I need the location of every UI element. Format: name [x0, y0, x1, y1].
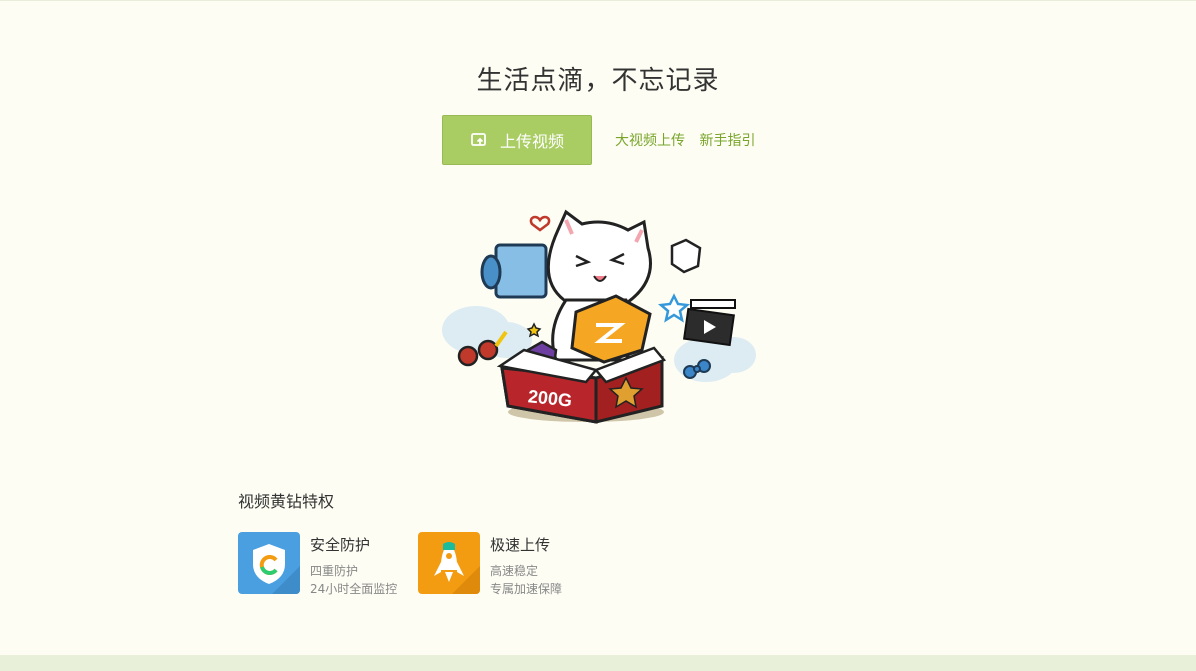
cat-head — [546, 209, 652, 312]
feature-desc-line1: 四重防护 — [310, 564, 359, 578]
beginner-guide-link[interactable]: 新手指引 — [699, 133, 755, 149]
feature-desc-line1: 高速稳定 — [490, 564, 539, 578]
feature-title: 安全防护 — [310, 536, 371, 554]
feature-title: 极速上传 — [490, 536, 551, 554]
helper-links: 大视频上传 新手指引 — [615, 130, 765, 150]
feature-desc-line2: 24小时全面监控 — [310, 582, 398, 596]
star-icon — [658, 293, 690, 323]
page-headline: 生活点滴，不忘记录 — [476, 66, 720, 96]
cat-mascot-illustration: 200G — [442, 209, 756, 424]
shield-icon — [238, 532, 300, 594]
clapperboard-icon — [683, 299, 736, 347]
upload-icon — [471, 133, 486, 146]
heart-icon — [529, 215, 551, 232]
camera-icon — [480, 243, 548, 299]
feature-desc-line2: 专属加速保障 — [490, 582, 563, 596]
upload-video-button[interactable]: 上传视频 — [442, 115, 592, 165]
footer-band — [0, 655, 1196, 671]
feature-fast-upload: 极速上传 高速稳定 专属加速保障 — [418, 532, 562, 598]
upload-video-label: 上传视频 — [499, 132, 564, 151]
feature-security: 安全防护 四重防护 24小时全面监控 — [238, 532, 397, 598]
large-video-upload-link[interactable]: 大视频上传 — [615, 133, 685, 149]
rocket-icon — [418, 532, 480, 594]
privileges-title: 视频黄钻特权 — [238, 492, 335, 511]
top-divider — [0, 0, 1196, 1]
